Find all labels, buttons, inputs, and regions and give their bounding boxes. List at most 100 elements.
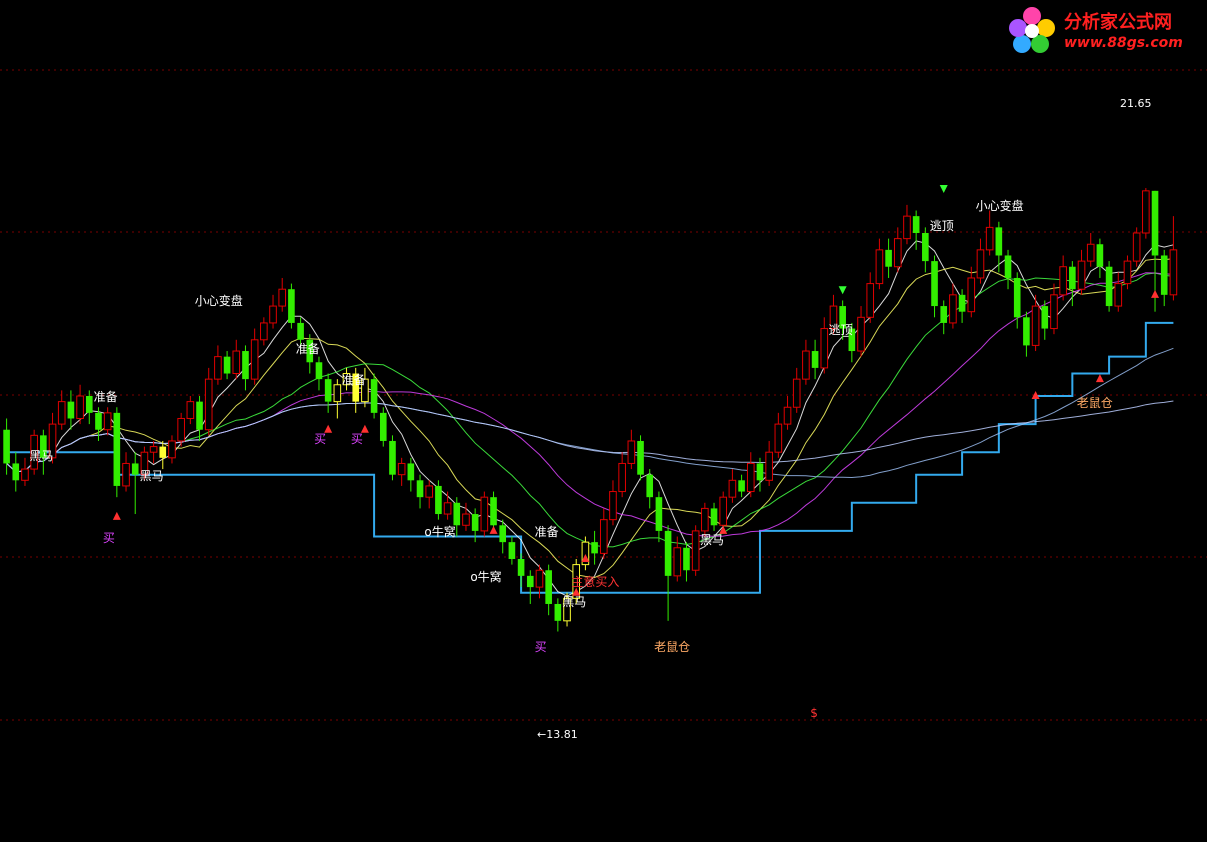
candle[interactable] [719, 491, 728, 531]
candle[interactable] [609, 480, 617, 526]
candle[interactable] [389, 435, 396, 481]
candle[interactable] [149, 440, 158, 464]
candle[interactable] [204, 367, 213, 436]
candle[interactable] [122, 452, 130, 492]
candle[interactable] [1105, 261, 1113, 312]
candle[interactable] [379, 407, 387, 447]
candle[interactable] [196, 396, 203, 441]
candle[interactable] [242, 345, 249, 391]
candle[interactable] [765, 440, 773, 486]
candle[interactable] [599, 508, 608, 559]
candle[interactable] [691, 525, 700, 576]
candle-body [940, 306, 948, 323]
candle[interactable] [1059, 255, 1067, 301]
candle[interactable] [67, 390, 75, 430]
candle[interactable] [591, 530, 598, 565]
candle[interactable] [783, 396, 792, 430]
candle[interactable] [985, 210, 994, 256]
candles[interactable] [3, 188, 1178, 632]
candle[interactable] [223, 351, 231, 380]
candle[interactable] [931, 255, 938, 318]
candle[interactable] [370, 373, 378, 419]
candle[interactable] [728, 469, 737, 503]
candle[interactable] [857, 306, 865, 357]
candle[interactable] [1142, 188, 1150, 239]
candle[interactable] [232, 339, 241, 380]
candle[interactable] [517, 553, 525, 588]
candle[interactable] [893, 227, 902, 273]
candle[interactable] [738, 474, 745, 498]
candle[interactable] [57, 390, 66, 430]
candle[interactable] [186, 396, 195, 425]
candle[interactable] [407, 457, 415, 492]
candle[interactable] [397, 457, 406, 486]
candle[interactable] [278, 277, 287, 312]
candle[interactable] [1023, 311, 1030, 357]
candle[interactable] [545, 564, 552, 616]
candle[interactable] [435, 480, 442, 520]
candle[interactable] [774, 412, 783, 458]
candle[interactable] [949, 283, 957, 329]
candle[interactable] [646, 469, 654, 509]
candle[interactable] [1004, 249, 1012, 290]
candle[interactable] [885, 238, 892, 278]
candle[interactable] [1041, 300, 1049, 340]
candle[interactable] [967, 266, 976, 318]
candle[interactable] [1050, 283, 1058, 335]
candle[interactable] [1114, 272, 1123, 312]
candle[interactable] [554, 598, 562, 632]
candle[interactable] [618, 452, 626, 498]
candle[interactable] [103, 407, 112, 436]
candle[interactable] [416, 474, 424, 509]
candle[interactable] [288, 283, 295, 329]
candle[interactable] [12, 452, 20, 492]
candle[interactable] [958, 289, 966, 323]
candle[interactable] [324, 373, 332, 413]
candle[interactable] [168, 435, 176, 464]
candle[interactable] [792, 367, 801, 413]
candle[interactable] [1160, 249, 1168, 307]
candle[interactable] [664, 525, 672, 621]
candle[interactable] [21, 457, 29, 486]
candle[interactable] [655, 491, 663, 543]
candle[interactable] [214, 345, 222, 385]
candle[interactable] [443, 491, 452, 520]
candle[interactable] [3, 418, 10, 475]
candle[interactable] [627, 429, 636, 470]
candle[interactable] [903, 204, 911, 245]
candle[interactable] [260, 317, 268, 346]
candle[interactable] [922, 227, 929, 273]
candle[interactable] [581, 536, 590, 571]
candle[interactable] [1096, 238, 1104, 278]
candle[interactable] [1086, 233, 1095, 267]
candle[interactable] [269, 294, 277, 329]
candle[interactable] [1077, 249, 1086, 295]
candle[interactable] [425, 480, 434, 509]
candle[interactable] [480, 491, 489, 537]
candle[interactable] [1132, 227, 1141, 267]
candle[interactable] [131, 452, 139, 515]
candle[interactable] [159, 440, 167, 470]
candle[interactable] [811, 339, 819, 380]
candle[interactable] [637, 435, 644, 481]
candle[interactable] [333, 379, 342, 419]
candle[interactable] [710, 502, 718, 531]
candle[interactable] [746, 452, 755, 498]
candle[interactable] [976, 238, 985, 284]
candle[interactable] [315, 356, 323, 391]
candle[interactable] [940, 300, 948, 335]
candle[interactable] [490, 491, 497, 531]
candle[interactable] [875, 238, 884, 290]
candle[interactable] [250, 328, 259, 385]
candle[interactable] [995, 221, 1003, 273]
candle[interactable] [113, 407, 121, 498]
site-logo[interactable]: 分析家公式网 www.88gs.com [1006, 4, 1204, 56]
candle[interactable] [866, 272, 875, 323]
candle[interactable] [1169, 216, 1178, 301]
candle[interactable] [802, 339, 810, 385]
candle[interactable] [820, 317, 829, 374]
candle[interactable] [683, 542, 690, 582]
candle[interactable] [526, 570, 534, 604]
candle[interactable] [508, 536, 516, 565]
candle[interactable] [76, 384, 84, 425]
